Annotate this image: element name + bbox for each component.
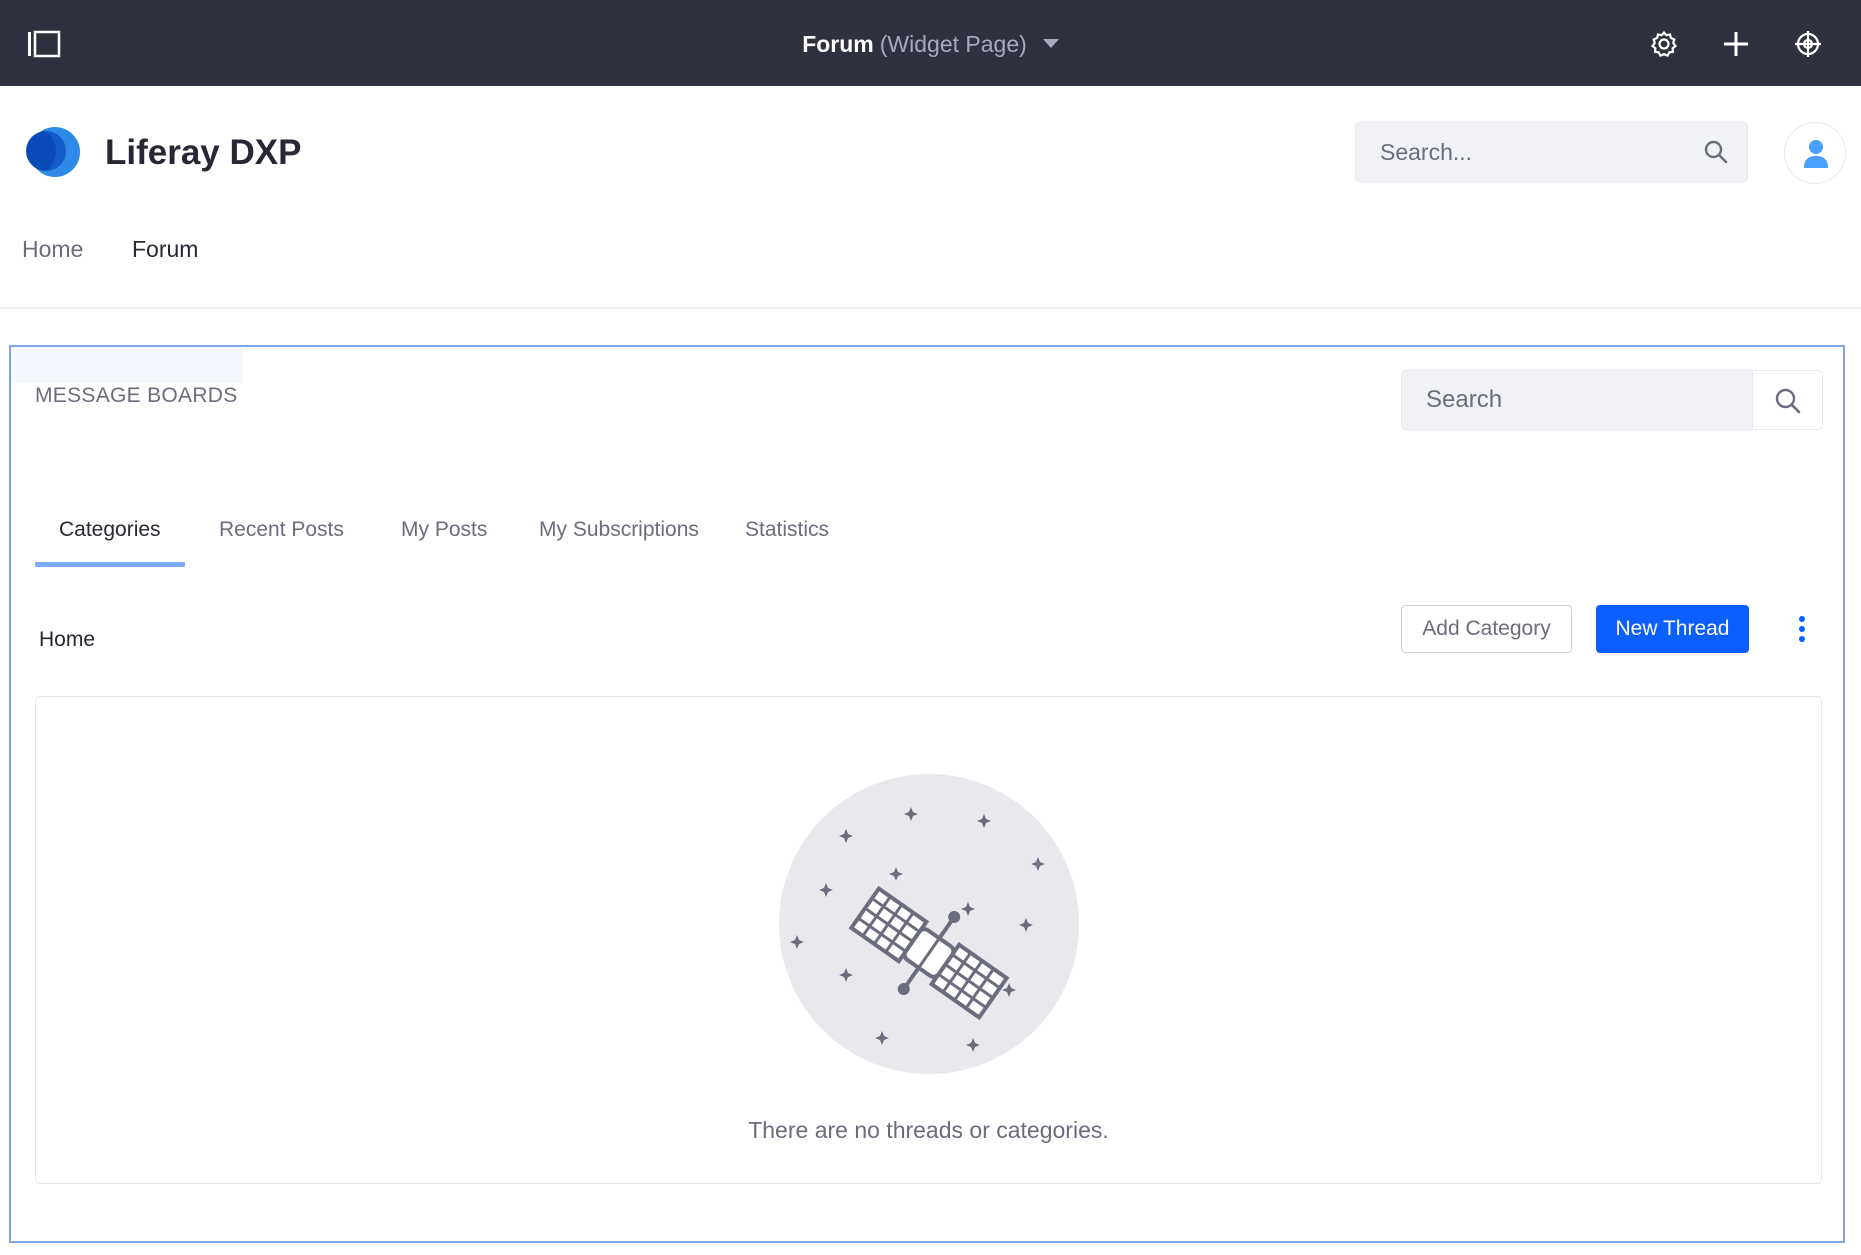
site-logo[interactable]	[22, 124, 82, 180]
add-category-button[interactable]: Add Category	[1401, 605, 1572, 653]
portlet-topper[interactable]	[11, 347, 243, 383]
user-avatar-button[interactable]	[1784, 122, 1846, 184]
message-boards-portlet: MESSAGE BOARDS Categories Recent Posts M…	[9, 345, 1845, 1243]
tab-recent-posts[interactable]: Recent Posts	[195, 517, 368, 567]
simulation-icon[interactable]	[1792, 28, 1824, 60]
breadcrumb[interactable]: Home	[39, 628, 95, 652]
portlet-title: MESSAGE BOARDS	[35, 384, 238, 407]
portlet-search-input[interactable]	[1402, 371, 1752, 429]
nav-item-home[interactable]: Home	[22, 236, 83, 263]
chevron-down-icon[interactable]	[1042, 39, 1059, 49]
user-icon	[1804, 140, 1828, 168]
empty-state-message: There are no threads or categories.	[748, 1117, 1109, 1143]
kebab-menu-icon[interactable]	[1792, 615, 1812, 643]
new-thread-button[interactable]: New Thread	[1596, 605, 1749, 653]
header-search	[1355, 122, 1748, 182]
portlet-search	[1401, 370, 1823, 430]
plus-icon[interactable]	[1720, 28, 1752, 60]
search-icon	[1775, 388, 1801, 414]
tab-my-subscriptions[interactable]: My Subscriptions	[515, 517, 723, 567]
header-divider	[0, 307, 1861, 309]
search-icon[interactable]	[1703, 139, 1729, 165]
header-search-input[interactable]	[1356, 123, 1696, 181]
page-title-area: Forum (Widget Page)	[0, 26, 1861, 62]
tab-my-posts[interactable]: My Posts	[377, 517, 511, 567]
satellite-illustration	[779, 774, 1079, 1074]
page-type-label: (Widget Page)	[879, 31, 1027, 57]
gear-icon[interactable]	[1648, 28, 1680, 60]
empty-state-card: There are no threads or categories.	[35, 696, 1822, 1184]
portlet-search-button[interactable]	[1752, 371, 1822, 429]
page-title: Forum	[802, 31, 874, 57]
control-menu: Forum (Widget Page)	[0, 0, 1861, 86]
site-name[interactable]: Liferay DXP	[105, 130, 301, 176]
tab-categories[interactable]: Categories	[35, 517, 185, 567]
nav-item-forum[interactable]: Forum	[132, 236, 198, 263]
tab-statistics[interactable]: Statistics	[721, 517, 853, 567]
